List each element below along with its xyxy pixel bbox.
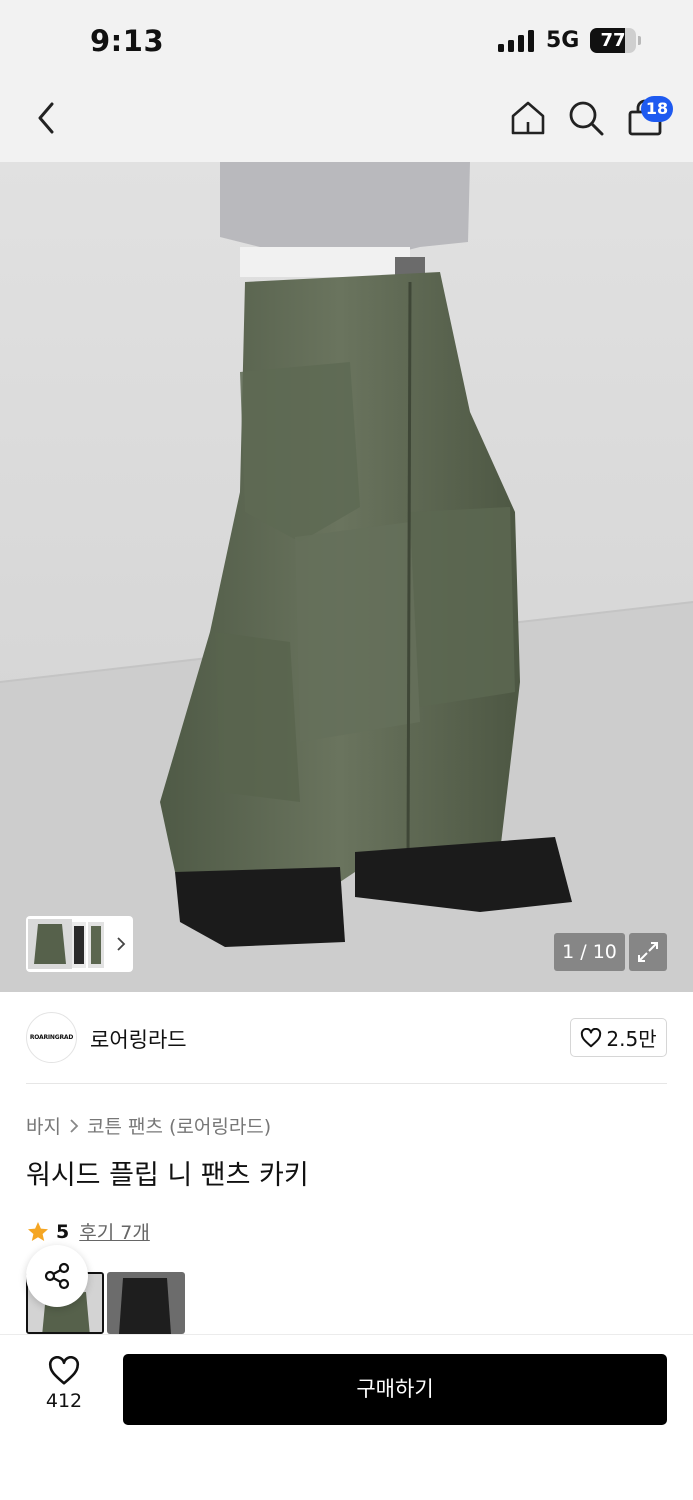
chevron-right-icon: [70, 1118, 79, 1133]
breadcrumb-parent[interactable]: 바지: [26, 1112, 61, 1139]
battery-percent: 77: [600, 30, 626, 51]
brand-like-button[interactable]: 2.5만: [570, 1018, 667, 1057]
cart-count-badge: 18: [641, 96, 673, 122]
gallery-thumbnail-strip[interactable]: [26, 916, 133, 972]
search-button[interactable]: [566, 98, 606, 138]
breadcrumb-child[interactable]: 코튼 팬츠 (로어링라드): [87, 1112, 271, 1139]
breadcrumb: 바지 코튼 팬츠 (로어링라드): [26, 1112, 271, 1139]
rating-row: 5 후기 7개: [26, 1218, 150, 1245]
rating-score: 5: [56, 1220, 70, 1243]
back-button[interactable]: [30, 98, 62, 138]
product-photo: [0, 162, 693, 992]
buy-button[interactable]: 구매하기: [123, 1354, 667, 1425]
status-time: 9:13: [90, 24, 165, 58]
divider: [26, 1083, 667, 1084]
product-image[interactable]: [0, 162, 693, 992]
chevron-left-icon: [38, 102, 54, 134]
color-option-black-image: [107, 1272, 185, 1334]
battery-nub: [638, 36, 641, 45]
status-bar: 9:13 5G 77: [0, 0, 693, 82]
wishlist-button[interactable]: 412: [30, 1356, 98, 1420]
gallery-thumbnails: [28, 919, 126, 969]
expand-icon: [638, 942, 658, 962]
product-title: 워시드 플립 니 팬츠 카키: [26, 1160, 309, 1191]
heart-icon: [48, 1356, 80, 1385]
network-type: 5G: [546, 28, 580, 53]
wishlist-count: 412: [45, 1390, 83, 1412]
share-icon: [44, 1262, 70, 1290]
brand-like-count: 2.5만: [606, 1027, 657, 1051]
home-button[interactable]: [508, 98, 548, 138]
cellular-signal-icon: [498, 30, 534, 52]
heart-icon: [581, 1027, 602, 1047]
chevron-right-icon: [117, 937, 126, 951]
star-icon: [28, 1221, 48, 1241]
brand-name[interactable]: 로어링라드: [90, 1024, 187, 1054]
review-link[interactable]: 후기 7개: [79, 1218, 150, 1245]
search-icon: [569, 101, 604, 136]
battery-icon: 77: [590, 28, 636, 53]
share-button[interactable]: [26, 1245, 88, 1307]
brand-logo-text: ROARINGRAD: [29, 1034, 74, 1041]
expand-button[interactable]: [629, 933, 667, 971]
brand-logo[interactable]: ROARINGRAD: [26, 1012, 77, 1063]
color-option-black[interactable]: [107, 1272, 185, 1334]
image-counter: 1 / 10: [554, 933, 625, 971]
